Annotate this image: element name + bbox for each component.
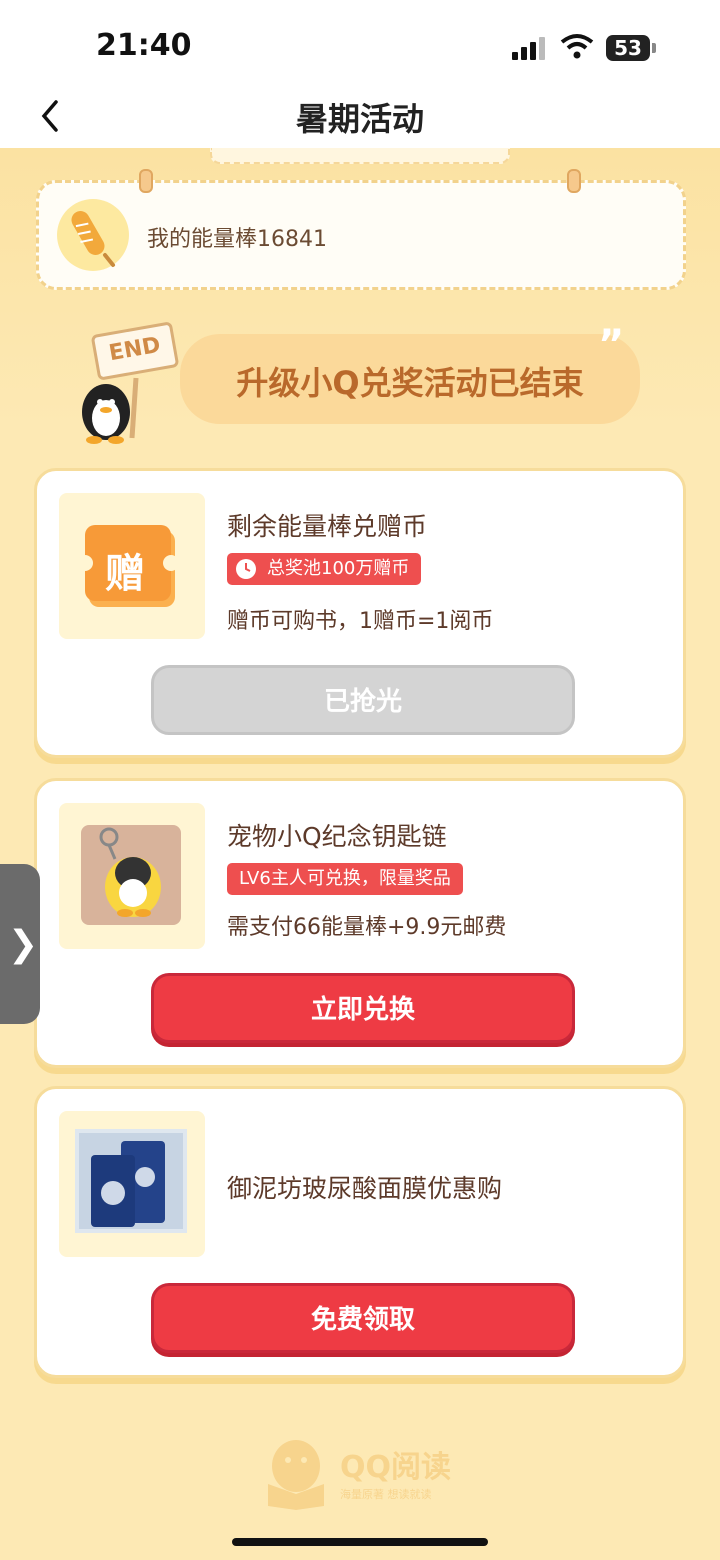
reward-tag: 总奖池100万赠币 <box>227 553 422 585</box>
qq-reading-mascot-icon <box>268 1440 324 1510</box>
activity-ended-banner: 升级小Q兑奖活动已结束 ” END <box>30 320 690 444</box>
reward-title: 御泥坊玻尿酸面膜优惠购 <box>227 1174 503 1203</box>
reward-card-facemask: 御泥坊玻尿酸面膜优惠购 免费领取 <box>34 1086 686 1378</box>
end-sign: END <box>90 321 180 381</box>
reward-title: 剩余能量棒兑赠币 <box>227 512 428 541</box>
battery-icon: 53 <box>606 35 650 61</box>
battery-cap <box>652 43 656 53</box>
banner-background: 升级小Q兑奖活动已结束 <box>180 334 640 424</box>
nav-bar: 暑期活动 <box>0 84 720 148</box>
reward-description: 需支付66能量棒+9.9元邮费 <box>227 915 507 940</box>
keychain-image <box>81 825 181 925</box>
home-indicator <box>232 1538 488 1546</box>
redeem-now-button[interactable]: 立即兑换 <box>151 973 575 1043</box>
reward-thumbnail: 赠 <box>59 493 205 639</box>
reward-tag-text: 总奖池100万赠币 <box>267 558 410 579</box>
side-expand-handle[interactable]: ❯ <box>0 864 40 1024</box>
gift-coin-char: 赠 <box>105 551 145 597</box>
facemask-product-image <box>75 1129 187 1233</box>
reward-card-coins: 赠 剩余能量棒兑赠币 总奖池100万赠币 赠币可购书，1赠币=1阅币 已抢光 <box>34 468 686 758</box>
status-time: 21:40 <box>96 28 192 63</box>
chevron-right-icon: ❯ <box>8 924 39 965</box>
page-title: 暑期活动 <box>295 100 424 138</box>
footer-slogan: 海量原著 想读就读 <box>340 1488 432 1501</box>
cellular-signal-icon <box>512 36 548 60</box>
reward-tag: LV6主人可兑换，限量奖品 <box>227 863 463 895</box>
reward-title: 宠物小Q纪念钥匙链 <box>227 822 447 851</box>
reward-description: 赠币可购书，1赠币=1阅币 <box>227 609 494 634</box>
reward-thumbnail <box>59 803 205 949</box>
wifi-icon <box>560 34 594 59</box>
qq-reading-logo: QQ阅读 海量原著 想读就读 <box>260 1436 470 1510</box>
clock-icon <box>236 559 256 579</box>
decoration-tab <box>210 148 510 164</box>
clip-left <box>139 169 153 193</box>
clip-right <box>567 169 581 193</box>
energy-bar-icon <box>57 199 129 271</box>
energy-balance-card: 我的能量棒16841 <box>36 169 686 290</box>
reward-thumbnail <box>59 1111 205 1257</box>
quote-mark-icon: ” <box>598 322 625 368</box>
penguin-mascot-icon <box>82 377 139 444</box>
reward-card-keychain: 宠物小Q纪念钥匙链 LV6主人可兑换，限量奖品 需支付66能量棒+9.9元邮费 … <box>34 778 686 1068</box>
free-claim-button[interactable]: 免费领取 <box>151 1283 575 1353</box>
banner-text: 升级小Q兑奖活动已结束 <box>236 364 584 402</box>
status-bar: 21:40 53 <box>0 0 720 84</box>
footer-logo-text: QQ阅读 <box>340 1450 452 1485</box>
sold-out-button[interactable]: 已抢光 <box>151 665 575 735</box>
energy-balance-label: 我的能量棒16841 <box>147 227 327 252</box>
